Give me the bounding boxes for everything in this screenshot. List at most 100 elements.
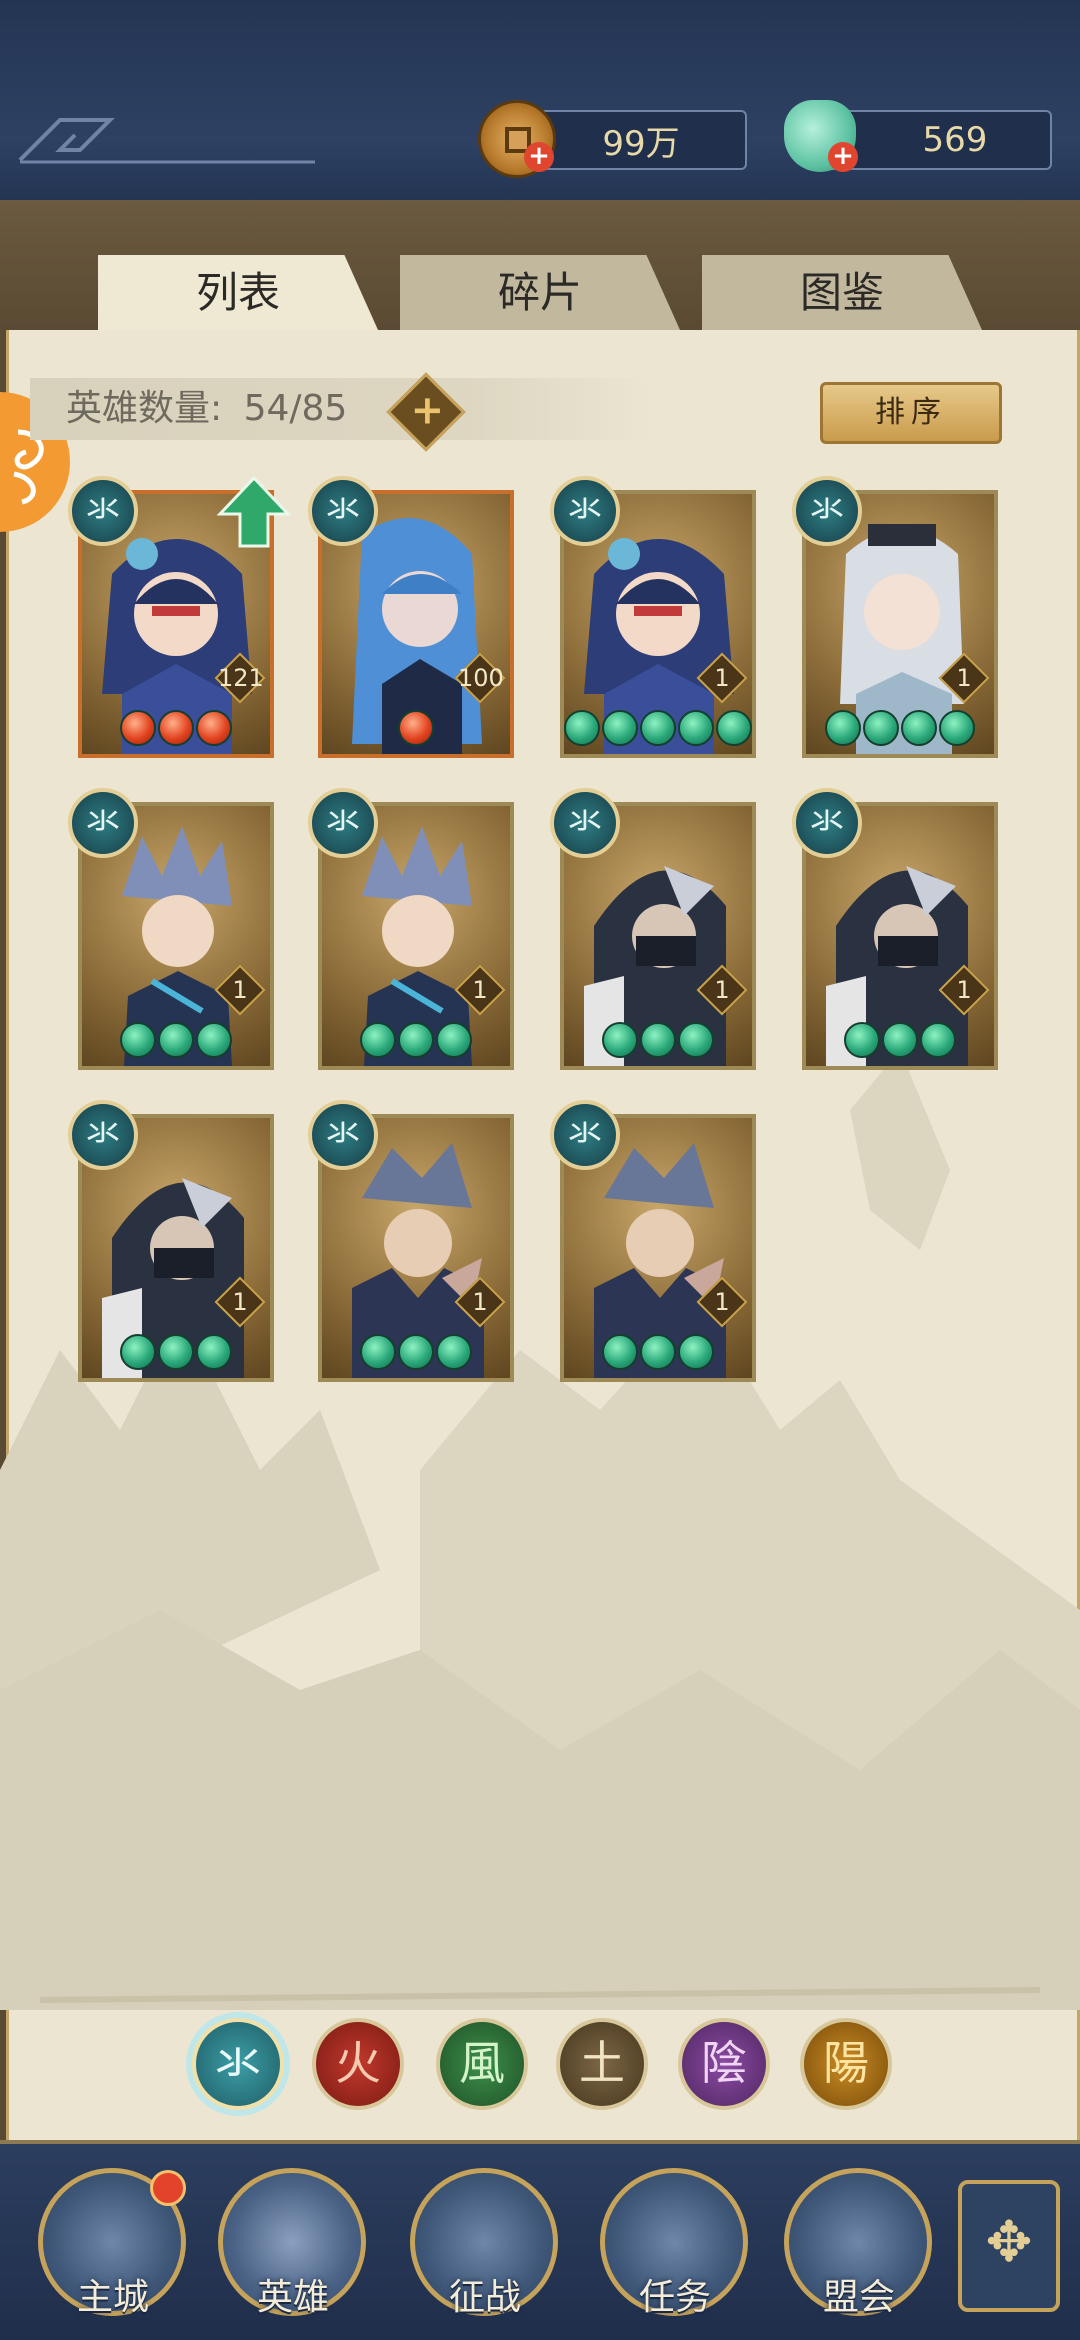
hero-count-label: 英雄数量: bbox=[66, 388, 223, 429]
hero-stars bbox=[82, 1334, 270, 1370]
water-element-badge-icon: 氺 bbox=[550, 788, 620, 858]
filter-wind-icon[interactable]: 風 bbox=[436, 2018, 528, 2110]
nav-alliance-gate[interactable]: 盟会 bbox=[784, 2168, 934, 2328]
star-orb-icon bbox=[602, 710, 638, 746]
notification-dot bbox=[150, 2170, 186, 2206]
star-orb-icon bbox=[602, 1022, 638, 1058]
star-orb-icon bbox=[158, 710, 194, 746]
star-orb-icon bbox=[436, 1334, 472, 1370]
water-element-badge-icon: 氺 bbox=[550, 1100, 620, 1170]
star-orb-icon bbox=[564, 710, 600, 746]
star-orb-icon bbox=[196, 1334, 232, 1370]
hero-screen: 99万 + 569 + 列表 碎片 图鉴 英雄数量: 54/85 + 排序 ✥ … bbox=[0, 0, 1080, 2340]
star-orb-icon bbox=[901, 710, 937, 746]
nav-battle-drum[interactable]: 征战 bbox=[410, 2168, 560, 2328]
star-orb-icon bbox=[120, 1022, 156, 1058]
star-orb-icon bbox=[939, 710, 975, 746]
nav-label: 盟会 bbox=[822, 2277, 895, 2318]
filter-yang-icon[interactable]: 陽 bbox=[800, 2018, 892, 2110]
top-bar: 99万 + 569 + bbox=[0, 0, 1080, 204]
star-orb-icon bbox=[196, 710, 232, 746]
star-orb-icon bbox=[920, 1022, 956, 1058]
nav-label: 征战 bbox=[448, 2277, 521, 2318]
star-orb-icon bbox=[882, 1022, 918, 1058]
water-element-badge-icon: 氺 bbox=[68, 788, 138, 858]
star-orb-icon bbox=[640, 1022, 676, 1058]
hero-level: 1 bbox=[942, 968, 986, 1012]
hero-stars bbox=[564, 1334, 752, 1370]
star-orb-icon bbox=[398, 1334, 434, 1370]
tab-codex[interactable]: 图鉴 bbox=[702, 255, 982, 330]
star-orb-icon bbox=[640, 710, 676, 746]
tab-list[interactable]: 列表 bbox=[98, 255, 378, 330]
nav-hero-portrait[interactable]: 英雄 bbox=[218, 2168, 368, 2328]
lattice-icon: ✥ bbox=[985, 2210, 1033, 2275]
star-orb-icon bbox=[678, 1022, 714, 1058]
nav-label: 英雄 bbox=[256, 2277, 329, 2318]
hero-level: 1 bbox=[218, 968, 262, 1012]
star-orb-icon bbox=[120, 1334, 156, 1370]
filter-earth-icon[interactable]: 土 bbox=[556, 2018, 648, 2110]
hero-count-value: 54/85 bbox=[243, 388, 348, 429]
add-jade-icon[interactable]: + bbox=[828, 142, 858, 172]
more-menu-button[interactable]: ✥ bbox=[958, 2180, 1060, 2312]
hero-stars bbox=[82, 1022, 270, 1058]
hero-stars bbox=[806, 710, 994, 746]
water-element-badge-icon: 氺 bbox=[308, 1100, 378, 1170]
tab-list-label: 列表 bbox=[195, 268, 280, 317]
star-orb-icon bbox=[716, 710, 752, 746]
nav-quest-scroll[interactable]: 任务 bbox=[600, 2168, 750, 2328]
upgrade-arrow-icon bbox=[216, 474, 292, 550]
star-orb-icon bbox=[678, 1334, 714, 1370]
star-orb-icon bbox=[158, 1022, 194, 1058]
nav-label: 任务 bbox=[638, 2277, 711, 2318]
hero-stars bbox=[322, 1022, 510, 1058]
filter-water-icon[interactable]: 氺 bbox=[192, 2018, 284, 2110]
hero-stars bbox=[564, 710, 752, 746]
hero-stars bbox=[322, 1334, 510, 1370]
star-orb-icon bbox=[360, 1334, 396, 1370]
cloud-pattern-icon bbox=[18, 118, 315, 164]
hero-stars bbox=[322, 710, 510, 746]
water-element-badge-icon: 氺 bbox=[550, 476, 620, 546]
star-orb-icon bbox=[844, 1022, 880, 1058]
star-orb-icon bbox=[825, 710, 861, 746]
hero-level: 1 bbox=[700, 968, 744, 1012]
filter-yin-icon[interactable]: 陰 bbox=[678, 2018, 770, 2110]
plus-icon: + bbox=[410, 387, 445, 434]
filter-fire-icon[interactable]: 火 bbox=[312, 2018, 404, 2110]
nav-label: 主城 bbox=[76, 2277, 149, 2318]
hero-level: 1 bbox=[700, 1280, 744, 1324]
star-orb-icon bbox=[398, 1022, 434, 1058]
tab-fragments-label: 碎片 bbox=[497, 268, 582, 317]
water-element-badge-icon: 氺 bbox=[792, 788, 862, 858]
sort-button[interactable]: 排序 bbox=[820, 382, 1002, 444]
hero-level: 1 bbox=[458, 968, 502, 1012]
hero-stars bbox=[564, 1022, 752, 1058]
hero-count: 英雄数量: 54/85 bbox=[30, 378, 650, 440]
star-orb-icon bbox=[360, 1022, 396, 1058]
star-orb-icon bbox=[158, 1334, 194, 1370]
add-copper-icon[interactable]: + bbox=[524, 142, 554, 172]
water-element-badge-icon: 氺 bbox=[308, 476, 378, 546]
star-orb-icon bbox=[196, 1022, 232, 1058]
star-orb-icon bbox=[863, 710, 899, 746]
star-orb-icon bbox=[120, 710, 156, 746]
hero-level: 121 bbox=[218, 656, 264, 700]
star-orb-icon bbox=[398, 710, 434, 746]
star-orb-icon bbox=[640, 1334, 676, 1370]
star-orb-icon bbox=[436, 1022, 472, 1058]
star-orb-icon bbox=[602, 1334, 638, 1370]
star-orb-icon bbox=[678, 710, 714, 746]
copper-amount: 99万 bbox=[602, 123, 680, 164]
hero-stars bbox=[82, 710, 270, 746]
hero-stars bbox=[806, 1022, 994, 1058]
water-element-badge-icon: 氺 bbox=[68, 476, 138, 546]
hero-level: 100 bbox=[458, 656, 504, 700]
tab-fragments[interactable]: 碎片 bbox=[400, 255, 680, 330]
water-element-badge-icon: 氺 bbox=[308, 788, 378, 858]
jade-amount: 569 bbox=[922, 120, 988, 160]
hero-level: 1 bbox=[700, 656, 744, 700]
hero-level: 1 bbox=[218, 1280, 262, 1324]
tab-codex-label: 图鉴 bbox=[799, 268, 884, 317]
